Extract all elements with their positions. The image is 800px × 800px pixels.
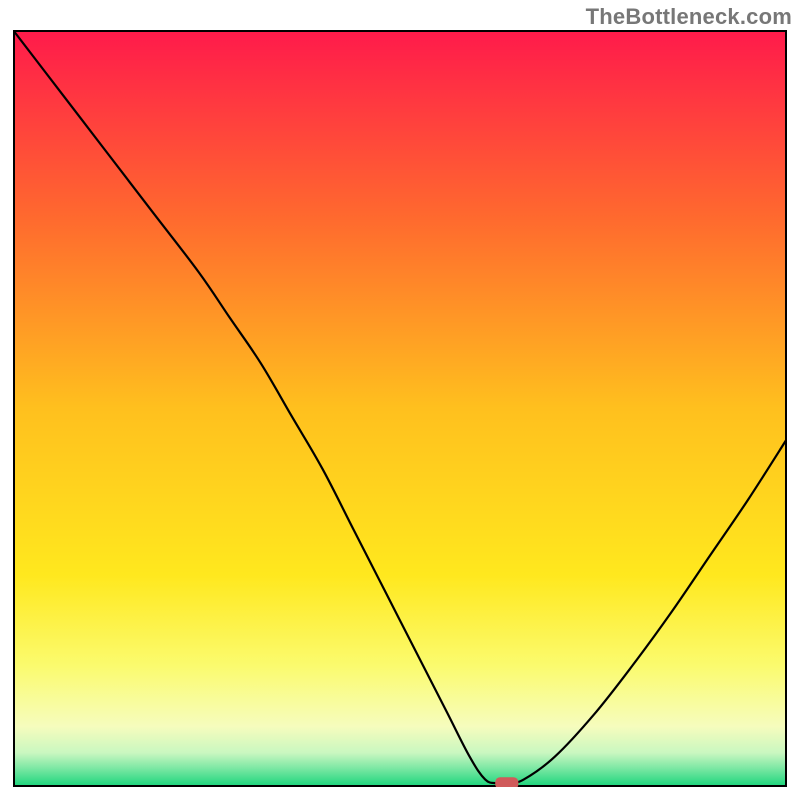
chart-svg bbox=[13, 30, 787, 787]
plot-area bbox=[13, 30, 787, 787]
attribution-watermark: TheBottleneck.com bbox=[586, 4, 792, 30]
chart-background bbox=[13, 30, 787, 787]
bottleneck-chart: TheBottleneck.com bbox=[0, 0, 800, 800]
optimum-marker bbox=[495, 777, 518, 787]
